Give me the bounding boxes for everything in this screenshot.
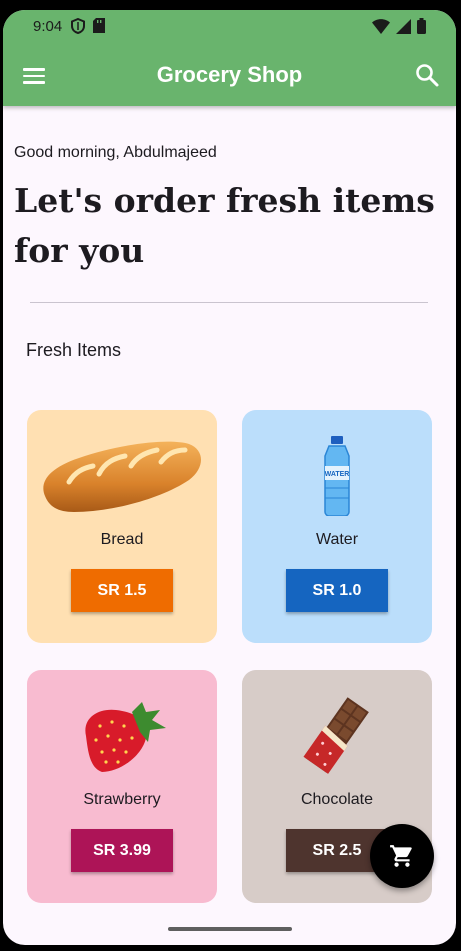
price-button-bread[interactable]: SR 1.5 [71, 569, 173, 612]
item-card-bread[interactable]: Bread SR 1.5 [27, 410, 217, 643]
greeting-text: Good morning, Abdulmajeed [14, 144, 217, 161]
shield-icon [71, 18, 85, 34]
home-indicator[interactable] [168, 927, 292, 931]
strawberry-icon [85, 702, 166, 772]
phone-screen: 9:04 Grocery Shop Good morning, Abdulmaj… [3, 10, 456, 945]
chocolate-icon [303, 697, 369, 774]
search-button[interactable] [414, 62, 440, 88]
item-name: Strawberry [83, 791, 161, 808]
section-title: Fresh Items [26, 340, 122, 360]
price-button-strawberry[interactable]: SR 3.99 [71, 829, 173, 872]
water-bottle-icon: WATER [324, 436, 350, 516]
battery-icon [417, 18, 426, 34]
bread-icon [43, 441, 201, 512]
toolbar: Grocery Shop [3, 54, 456, 98]
cart-button[interactable] [370, 824, 434, 888]
bottle-label: WATER [325, 471, 350, 478]
status-bar: 9:04 [3, 10, 456, 44]
cell-signal-icon [396, 18, 411, 34]
price-button-water[interactable]: SR 1.0 [286, 569, 388, 612]
item-name: Water [315, 531, 359, 548]
cart-icon [390, 845, 412, 867]
app-title: Grocery Shop [156, 62, 303, 87]
wifi-icon [372, 18, 390, 34]
sd-card-icon [93, 18, 105, 33]
item-card-strawberry[interactable]: Strawberry SR 3.99 [27, 670, 217, 903]
search-icon [416, 64, 439, 87]
item-name: Bread [100, 531, 144, 548]
item-card-water[interactable]: WATER Water SR 1.0 [242, 410, 432, 643]
item-name: Chocolate [300, 791, 374, 808]
status-time: 9:04 [33, 18, 63, 35]
divider [30, 302, 428, 303]
headline: Let's order fresh items for you [14, 181, 435, 270]
